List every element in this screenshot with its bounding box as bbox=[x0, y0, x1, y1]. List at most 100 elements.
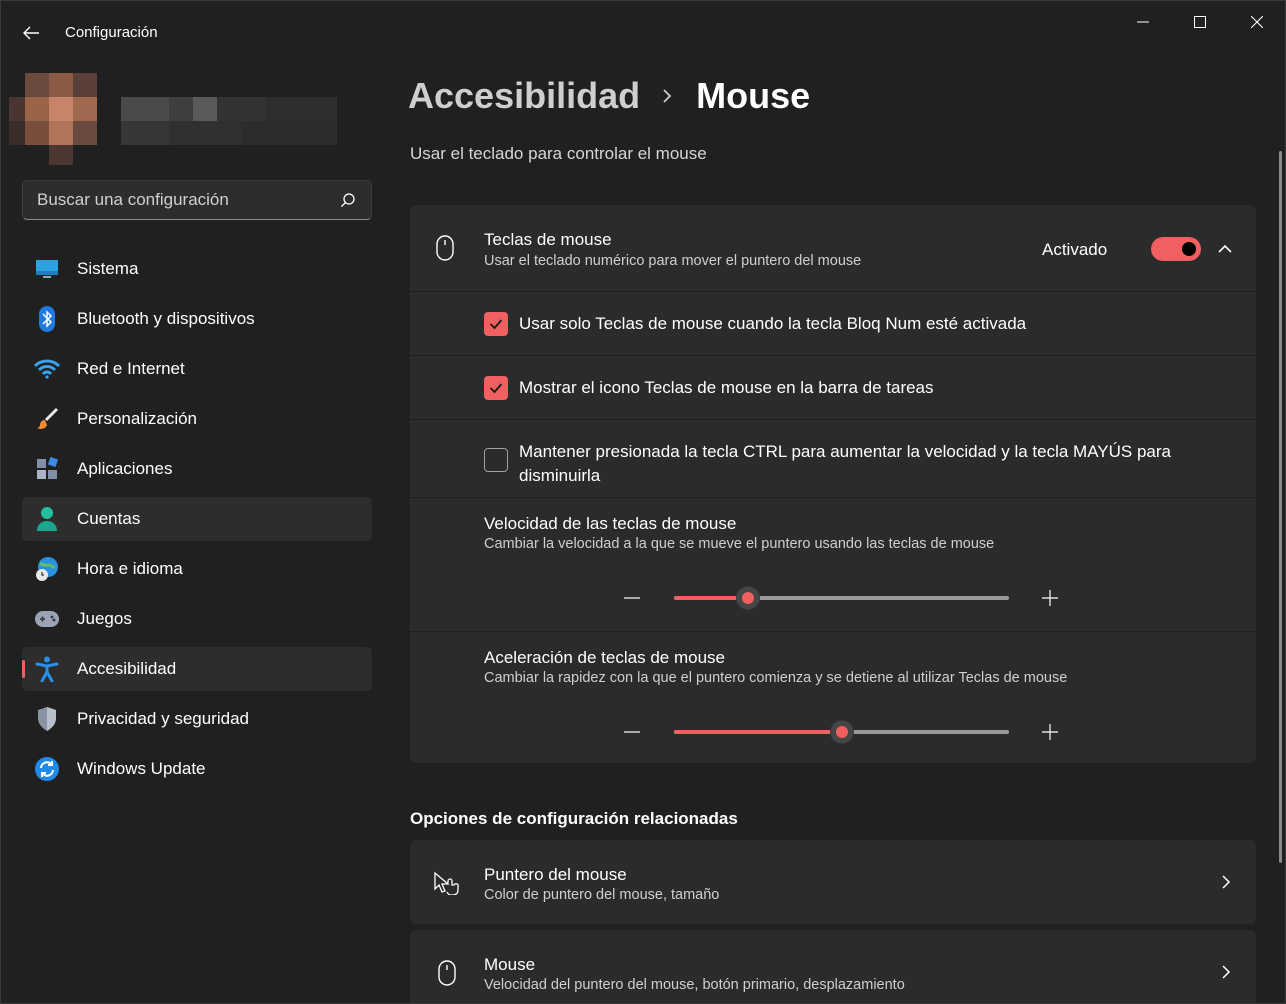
breadcrumb: Accesibilidad Mouse bbox=[408, 75, 810, 117]
related-section-title: Opciones de configuración relacionadas bbox=[410, 809, 738, 828]
sidebar-item-label: Cuentas bbox=[77, 509, 141, 528]
sidebar-item-label: Red e Internet bbox=[77, 359, 185, 378]
close-button[interactable] bbox=[1229, 7, 1285, 37]
checkmark-icon bbox=[489, 383, 503, 394]
acceleration-slider-thumb[interactable] bbox=[829, 720, 854, 744]
mouse-pointer-icon bbox=[432, 868, 462, 898]
sidebar-item-sistema[interactable]: Sistema bbox=[22, 247, 372, 291]
collapse-button[interactable] bbox=[1210, 236, 1240, 262]
checkmark-icon bbox=[489, 319, 503, 330]
speed-title: Velocidad de las teclas de mouse bbox=[484, 514, 737, 533]
speed-row: Velocidad de las teclas de mouse Cambiar… bbox=[410, 497, 1256, 631]
sidebar-item-label: Privacidad y seguridad bbox=[77, 709, 249, 728]
numlock-checkbox[interactable] bbox=[484, 312, 508, 336]
mouse-settings-description: Velocidad del puntero del mouse, botón p… bbox=[484, 977, 905, 993]
mouse-keys-card: Teclas de mouse Usar el teclado numérico… bbox=[410, 205, 1256, 763]
sidebar-item-accesibilidad[interactable]: Accesibilidad bbox=[22, 647, 372, 691]
breadcrumb-parent[interactable]: Accesibilidad bbox=[408, 75, 640, 117]
sidebar-item-hora[interactable]: Hora e idioma bbox=[22, 547, 372, 591]
sidebar-item-label: Sistema bbox=[77, 259, 139, 278]
bluetooth-icon bbox=[34, 306, 60, 332]
mouse-pointer-link[interactable]: Puntero del mouse Color de puntero del m… bbox=[410, 840, 1256, 924]
speed-slider-thumb[interactable] bbox=[735, 586, 760, 610]
chevron-right-icon bbox=[662, 88, 672, 104]
mouse-keys-toggle[interactable] bbox=[1151, 237, 1201, 261]
sidebar-item-juegos[interactable]: Juegos bbox=[22, 597, 372, 641]
app-title: Configuración bbox=[65, 24, 158, 41]
sidebar-item-label: Juegos bbox=[77, 609, 132, 628]
chevron-up-icon bbox=[1218, 244, 1232, 253]
mouse-settings-link[interactable]: Mouse Velocidad del puntero del mouse, b… bbox=[410, 930, 1256, 1003]
taskbar-icon-checkbox[interactable] bbox=[484, 376, 508, 400]
shield-icon bbox=[34, 706, 60, 732]
search-icon[interactable] bbox=[339, 191, 357, 209]
speed-description: Cambiar la velocidad a la que se mueve e… bbox=[484, 536, 995, 552]
sidebar-item-red[interactable]: Red e Internet bbox=[22, 347, 372, 391]
acceleration-plus-icon bbox=[1036, 718, 1064, 746]
globe-clock-icon bbox=[34, 556, 60, 582]
wifi-icon bbox=[34, 356, 60, 382]
numlock-label: Usar solo Teclas de mouse cuando la tecl… bbox=[519, 314, 1027, 333]
sidebar-item-label: Personalización bbox=[77, 409, 198, 428]
sidebar-item-cuentas[interactable]: Cuentas bbox=[22, 497, 372, 541]
maximize-icon bbox=[1194, 16, 1206, 28]
apps-icon bbox=[34, 456, 60, 482]
acceleration-minus-icon bbox=[618, 718, 646, 746]
option-row-numlock: Usar solo Teclas de mouse cuando la tecl… bbox=[410, 291, 1256, 355]
acceleration-slider[interactable] bbox=[674, 720, 1009, 744]
account-icon bbox=[34, 506, 60, 532]
acceleration-description: Cambiar la rapidez con la que el puntero… bbox=[484, 670, 1068, 686]
title-bar: Configuración bbox=[1, 1, 1285, 63]
toggle-knob bbox=[1182, 242, 1196, 256]
page-title: Mouse bbox=[696, 75, 811, 116]
mouse-pointer-title: Puntero del mouse bbox=[484, 865, 627, 884]
search-input[interactable] bbox=[37, 190, 339, 210]
acceleration-title: Aceleración de teclas de mouse bbox=[484, 648, 725, 667]
sidebar-item-personalizacion[interactable]: Personalización bbox=[22, 397, 372, 441]
sidebar-item-label: Aplicaciones bbox=[77, 459, 173, 478]
sidebar-item-label: Accesibilidad bbox=[77, 659, 177, 678]
accessibility-icon bbox=[34, 656, 60, 682]
ctrl-shift-label: Mantener presionada la tecla CTRL para a… bbox=[519, 442, 1172, 485]
acceleration-row: Aceleración de teclas de mouse Cambiar l… bbox=[410, 631, 1256, 763]
back-button[interactable] bbox=[15, 19, 47, 47]
scrollbar[interactable] bbox=[1279, 151, 1282, 863]
option-row-taskbar-icon: Mostrar el icono Teclas de mouse en la b… bbox=[410, 355, 1256, 419]
sidebar-item-windows-update[interactable]: Windows Update bbox=[22, 747, 372, 791]
mouse-keys-title: Teclas de mouse bbox=[484, 230, 612, 249]
mouse-icon bbox=[432, 233, 458, 263]
option-row-ctrl-shift: Mantener presionada la tecla CTRL para a… bbox=[410, 419, 1256, 497]
chevron-right-icon bbox=[1216, 872, 1236, 892]
minimize-icon bbox=[1137, 21, 1149, 23]
chevron-right-icon bbox=[1216, 962, 1236, 982]
sidebar-item-label: Hora e idioma bbox=[77, 559, 183, 578]
mouse-keys-header[interactable]: Teclas de mouse Usar el teclado numérico… bbox=[410, 205, 1256, 291]
toggle-state-label: Activado bbox=[1042, 240, 1108, 259]
speed-minus-icon bbox=[618, 584, 646, 612]
acceleration-slider-fill bbox=[674, 730, 842, 734]
sidebar-nav: Sistema Bluetooth y dispositivos Red e I… bbox=[22, 247, 372, 797]
update-icon bbox=[34, 756, 60, 782]
sidebar-item-label: Windows Update bbox=[77, 759, 206, 778]
paintbrush-icon bbox=[34, 406, 60, 432]
arrow-left-icon bbox=[23, 26, 39, 40]
mouse-icon bbox=[432, 958, 462, 988]
sidebar-item-label: Bluetooth y dispositivos bbox=[77, 309, 255, 328]
user-profile[interactable] bbox=[9, 73, 339, 165]
sidebar-item-aplicaciones[interactable]: Aplicaciones bbox=[22, 447, 372, 491]
mouse-pointer-description: Color de puntero del mouse, tamaño bbox=[484, 887, 720, 903]
taskbar-icon-label: Mostrar el icono Teclas de mouse en la b… bbox=[519, 378, 934, 397]
gamepad-icon bbox=[34, 606, 60, 632]
mouse-settings-title: Mouse bbox=[484, 955, 536, 974]
ctrl-shift-checkbox[interactable] bbox=[484, 448, 508, 472]
sidebar-item-bluetooth[interactable]: Bluetooth y dispositivos bbox=[22, 297, 372, 341]
sidebar-item-privacidad[interactable]: Privacidad y seguridad bbox=[22, 697, 372, 741]
speed-plus-icon bbox=[1036, 584, 1064, 612]
search-box[interactable] bbox=[22, 180, 372, 220]
speed-slider[interactable] bbox=[674, 586, 1009, 610]
maximize-button[interactable] bbox=[1172, 7, 1228, 37]
settings-window: Configuración Buscar una configuración S… bbox=[0, 0, 1286, 1004]
mouse-keys-description: Usar el teclado numérico para mover el p… bbox=[484, 253, 862, 269]
page-subtitle: Usar el teclado para controlar el mouse bbox=[410, 144, 707, 163]
minimize-button[interactable] bbox=[1115, 7, 1171, 37]
